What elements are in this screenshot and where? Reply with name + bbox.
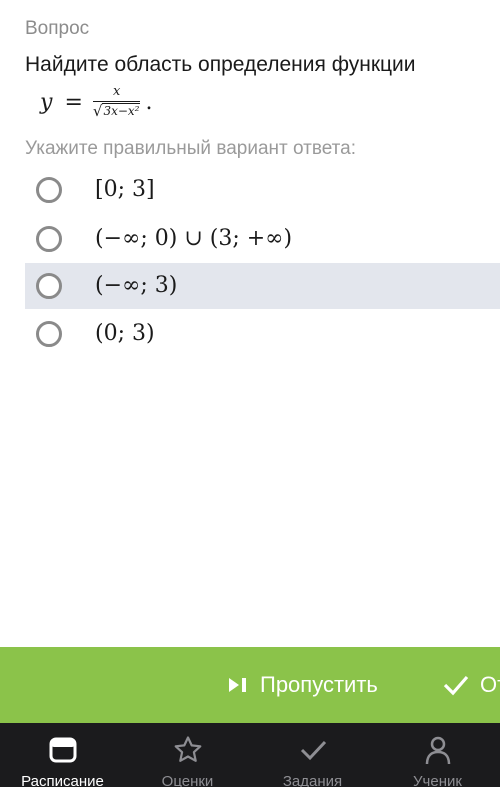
nav-label: Расписание (21, 773, 104, 787)
star-icon (174, 736, 201, 762)
answer-option[interactable]: (−∞; 0) ∪ (3; +∞) (25, 216, 500, 262)
fraction-denominator: √ 3x−x² (93, 103, 141, 119)
radio-button[interactable] (36, 226, 62, 252)
bottom-nav: Расписание Оценки Задания Ученик (0, 723, 500, 787)
sqrt-radicand: 3x−x² (102, 103, 141, 118)
option-label: (0; 3) (95, 321, 155, 346)
answer-hint: Укажите правильный вариант ответа: (25, 138, 356, 159)
question-text: Найдите область определения функции (25, 53, 416, 76)
answer-option[interactable]: (0; 3) (25, 311, 500, 357)
option-label: (−∞; 0) ∪ (3; +∞) (95, 226, 293, 251)
radio-button[interactable] (36, 177, 62, 203)
skip-button[interactable]: Пропустить (226, 647, 378, 723)
answer-button[interactable]: Ответить (442, 647, 500, 723)
radio-button[interactable] (36, 321, 62, 347)
nav-label: Задания (282, 773, 343, 787)
calendar-icon (49, 737, 76, 763)
answer-option[interactable]: (−∞; 3) (25, 263, 500, 309)
answer-label: Ответить (480, 672, 500, 697)
formula-period: . (145, 89, 153, 115)
formula-lhs: y (40, 89, 53, 115)
option-label: [0; 3] (95, 177, 155, 202)
sqrt-icon: √ (92, 102, 103, 120)
nav-item-tasks[interactable]: Задания (250, 723, 375, 787)
option-label: (−∞; 3) (95, 273, 178, 298)
action-bar: Пропустить Ответить (0, 647, 500, 723)
skip-label: Пропустить (260, 672, 378, 697)
nav-label: Оценки (161, 773, 214, 787)
person-icon (425, 736, 450, 765)
skip-next-icon (229, 678, 246, 692)
nav-label: Ученик (413, 773, 462, 787)
function-formula: y = x √ 3x−x² . (40, 81, 152, 123)
fraction-numerator: x (113, 84, 121, 99)
answer-option[interactable]: [0; 3] (25, 167, 500, 213)
nav-item-student[interactable]: Ученик (375, 723, 500, 787)
formula-fraction: x √ 3x−x² (92, 84, 141, 119)
question-label: Вопрос (25, 18, 90, 39)
check-icon (443, 675, 469, 696)
nav-item-grades[interactable]: Оценки (125, 723, 250, 787)
nav-item-schedule[interactable]: Расписание (0, 723, 125, 787)
formula-equals: = (64, 89, 83, 115)
radio-button[interactable] (36, 273, 62, 299)
check-icon (300, 740, 326, 761)
